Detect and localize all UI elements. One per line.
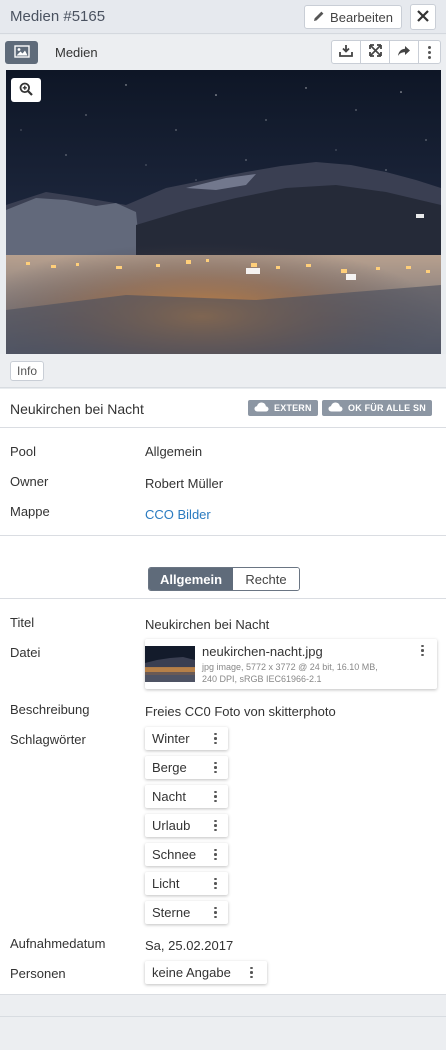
date-value: Sa, 25.02.2017 [145,938,234,953]
expand-icon [368,44,382,60]
folder-label: Mappe [10,504,50,519]
file-thumbnail [145,646,195,682]
divider [0,1016,446,1017]
keyword-chip[interactable]: Licht [145,872,228,895]
more-vertical-icon[interactable] [210,733,220,744]
persons-chip[interactable]: keine Angabe [145,961,267,984]
edit-button-label: Bearbeiten [330,9,393,25]
share-icon [397,45,411,60]
info-bar: Info [0,354,446,388]
media-meta: Pool Allgemein Owner Robert Müller Mappe… [0,428,446,535]
keyword-chip[interactable]: Nacht [145,785,228,808]
owner-value: Robert Müller [145,476,224,491]
download-icon [339,44,353,60]
file-label: Datei [10,645,41,660]
badge-label: EXTERN [274,403,312,413]
tab-rechte[interactable]: Rechte [233,568,299,590]
more-vertical-icon[interactable] [210,791,220,802]
more-vertical-icon [425,45,435,59]
persons-label: Personen [10,966,66,981]
file-name: neukirchen-nacht.jpg [202,644,323,659]
persons-value: keine Angabe [152,965,231,980]
more-vertical-icon[interactable] [210,762,220,773]
keyword-chip[interactable]: Winter [145,727,228,750]
more-vertical-icon[interactable] [417,645,427,656]
media-tools [331,40,441,64]
pool-value: Allgemein [145,444,203,459]
keywords-label: Schlagwörter [10,732,86,747]
cloud-icon [328,402,343,414]
pool-label: Pool [10,444,37,459]
owner-label: Owner [10,474,49,489]
description-value: Freies CC0 Foto von skitterphoto [145,704,336,719]
cloud-icon [254,402,269,414]
media-toolbar: Medien [0,35,446,70]
folder-link[interactable]: CCO Bilder [145,507,211,522]
panel-title: Medien #5165 [10,8,106,25]
close-icon [416,9,430,26]
keyword-chip[interactable]: Sterne [145,901,228,924]
detail-tabs: Allgemein Rechte [148,567,300,591]
keyword-label: Sterne [152,905,191,920]
date-label: Aufnahmedatum [10,936,106,951]
download-button[interactable] [332,41,361,63]
media-name: Neukirchen bei Nacht [10,401,144,417]
keyword-chip[interactable]: Urlaub [145,814,228,837]
status-badge-extern: EXTERN [248,400,318,416]
more-vertical-icon[interactable] [210,849,220,860]
description-label: Beschreibung [10,702,90,717]
night-landscape-photo [6,70,441,354]
media-details: Titel Neukirchen bei Nacht Datei neukirc… [0,599,446,994]
file-card[interactable]: neukirchen-nacht.jpg jpg image, 5772 x 3… [145,639,437,689]
keyword-chip[interactable]: Schnee [145,843,228,866]
media-view-toggle[interactable] [5,41,38,64]
badge-label: OK FÜR ALLE SN [348,403,426,413]
edit-button[interactable]: Bearbeiten [304,5,402,29]
panel-header: Medien #5165 Bearbeiten [0,0,446,34]
keyword-label: Schnee [152,847,197,862]
fullscreen-button[interactable] [361,41,390,63]
zoom-button[interactable] [11,78,41,102]
title-value: Neukirchen bei Nacht [145,617,270,632]
keyword-label: Licht [152,876,180,891]
share-button[interactable] [390,41,419,63]
info-button[interactable]: Info [10,361,45,381]
keyword-chip[interactable]: Berge [145,756,228,779]
keyword-label: Nacht [152,789,186,804]
title-label: Titel [10,615,35,630]
more-button[interactable] [419,41,440,63]
more-vertical-icon[interactable] [210,820,220,831]
image-icon [13,44,30,61]
panel-footer [0,995,446,1050]
keyword-label: Winter [152,731,190,746]
more-vertical-icon[interactable] [210,907,220,918]
keyword-label: Urlaub [152,818,191,833]
status-badge-ok-for-all: OK FÜR ALLE SN [322,400,432,416]
file-meta: jpg image, 5772 x 3772 @ 24 bit, 16.10 M… [202,662,378,684]
close-button[interactable] [410,4,436,30]
pencil-icon [313,10,325,25]
more-vertical-icon[interactable] [246,967,256,978]
media-name-row: Neukirchen bei Nacht EXTERN OK FÜR ALLE … [0,389,446,427]
tab-allgemein[interactable]: Allgemein [149,568,233,590]
media-toolbar-label: Medien [55,45,98,60]
more-vertical-icon[interactable] [210,878,220,889]
media-preview-image [6,70,441,354]
keyword-label: Berge [152,760,187,775]
zoom-in-icon [19,82,33,99]
